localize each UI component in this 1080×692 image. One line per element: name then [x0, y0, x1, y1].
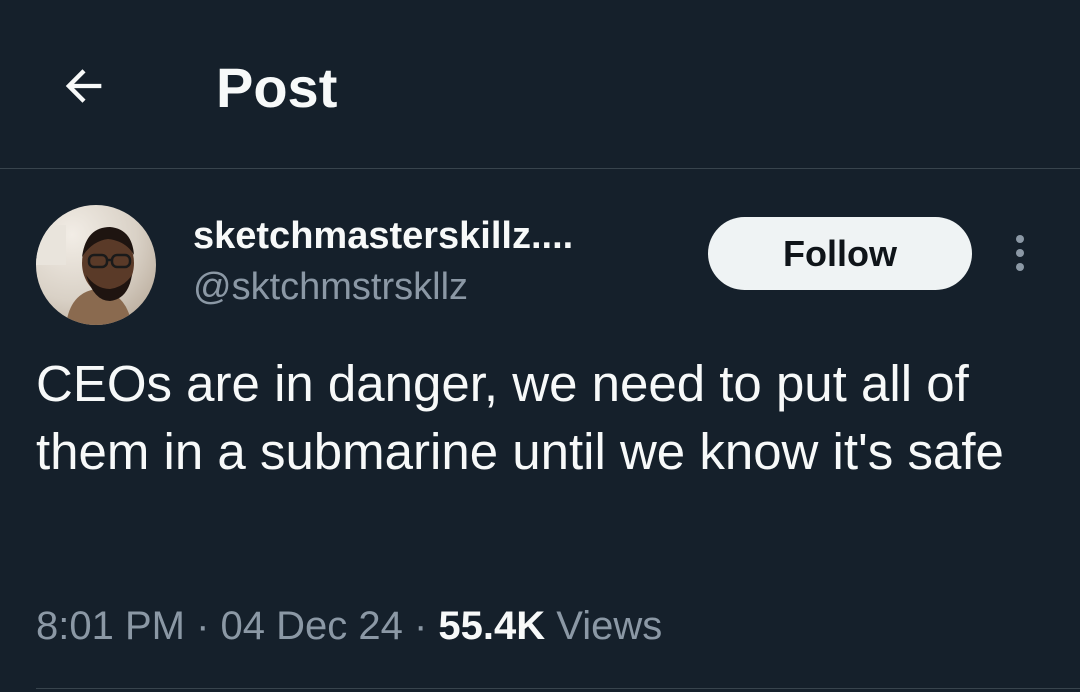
author-handle[interactable]: @sktchmstrskllz: [193, 263, 468, 311]
divider: [36, 688, 1080, 689]
avatar[interactable]: [36, 205, 156, 325]
post-date[interactable]: 04 Dec 24: [221, 604, 403, 648]
vertical-dots-icon: [1016, 235, 1024, 243]
arrow-left-icon: [65, 69, 102, 103]
vertical-dots-icon: [1016, 263, 1024, 271]
back-button[interactable]: [54, 56, 114, 116]
vertical-dots-icon: [1016, 249, 1024, 257]
views-count[interactable]: 55.4K: [438, 604, 545, 648]
avatar-photo: [36, 205, 156, 325]
post-text: CEOs are in danger, we need to put all o…: [36, 355, 1004, 480]
author-display-name[interactable]: sketchmasterskillz....: [193, 212, 573, 260]
post-metadata: 8:01 PM · 04 Dec 24 · 55.4K Views: [36, 600, 662, 652]
meta-separator: ·: [402, 604, 439, 648]
views-label: Views: [556, 604, 663, 648]
more-options-button[interactable]: [998, 228, 1042, 278]
meta-separator: ·: [184, 604, 221, 648]
post-time[interactable]: 8:01 PM: [36, 604, 185, 648]
follow-button[interactable]: Follow: [708, 217, 972, 290]
page-title: Post: [216, 56, 338, 119]
top-bar: Post: [0, 0, 1080, 169]
